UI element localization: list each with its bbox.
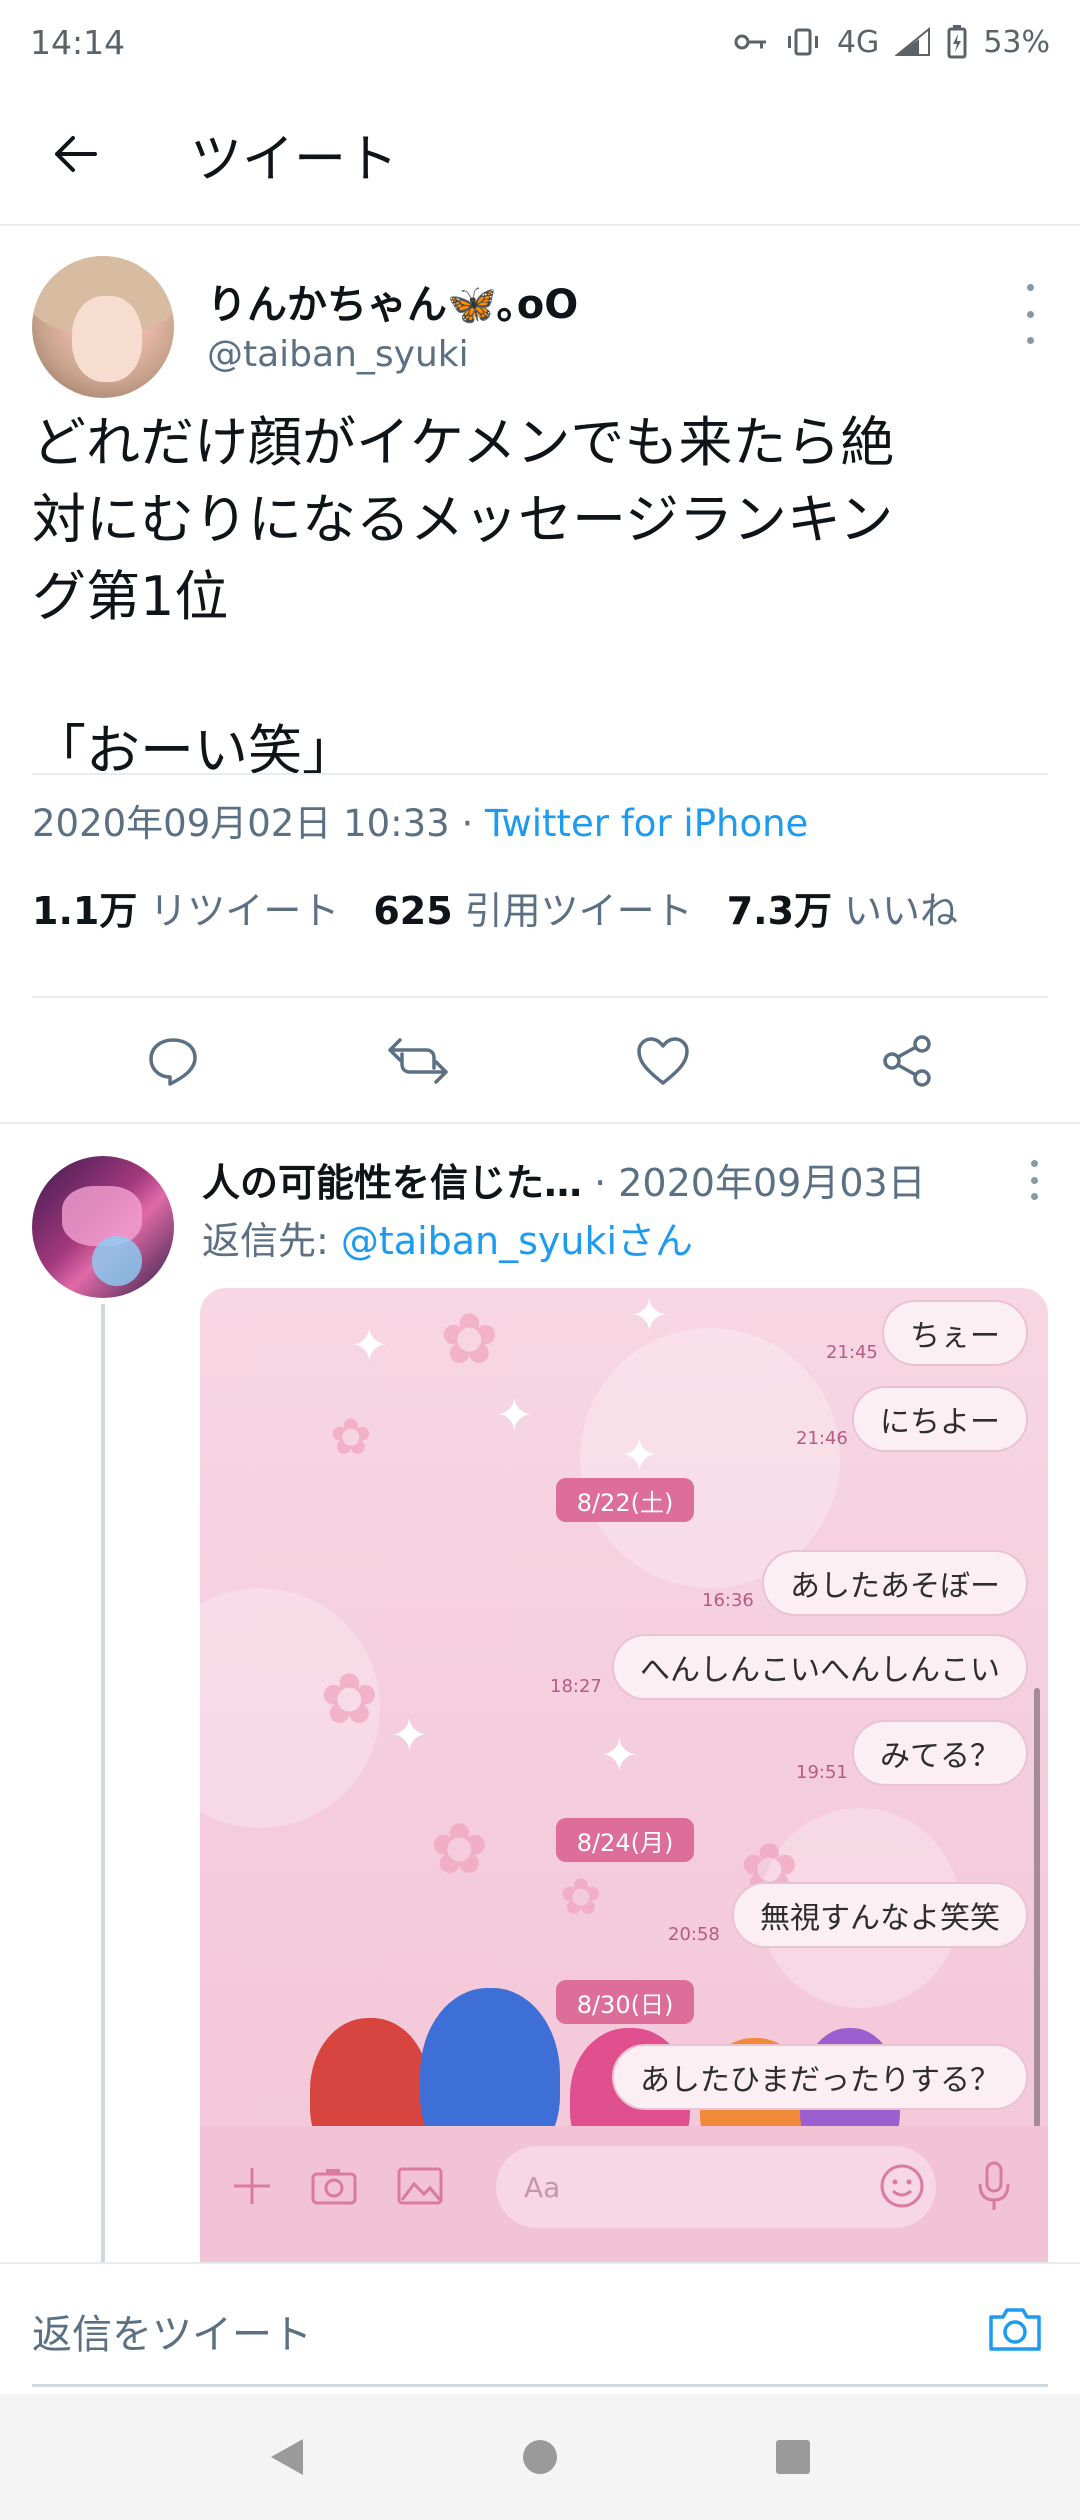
message-time: 21:45 [826,1342,878,1363]
sakura-decoration: ✿ [560,1868,602,1926]
retweets-label: リツイート [149,889,340,933]
chat-scrollbar [1034,1688,1040,2128]
status-time: 14:14 [30,22,126,62]
sparkle-decoration: ✦ [495,1388,534,1442]
message-time: 20:58 [668,1924,720,1945]
vpn-key-icon [733,31,769,53]
likes-stat[interactable]: 7.3万 いいね [727,880,958,935]
likes-label: いいね [844,889,959,933]
reply-author-name[interactable]: 人の可能性を信じた… [202,1161,582,1205]
author-handle[interactable]: @taiban_syuki [207,334,469,375]
reply-input-placeholder[interactable]: 返信をツイート [32,2302,312,2360]
divider [0,1122,1080,1124]
divider [32,773,1048,775]
chat-bubble: へんしんこいへんしんこい [612,1634,1028,1700]
quotes-label: 引用ツイート [464,889,693,933]
sparkle-decoration: ✦ [390,1708,429,1762]
reply-to-prefix: 返信先: [202,1219,341,1263]
likes-count: 7.3万 [726,889,833,933]
tweet-stats: 1.1万 リツイート 625 引用ツイート 7.3万 いいね [32,880,958,935]
top-bar: ツイート [0,84,1080,226]
reply-button[interactable] [113,1011,233,1111]
circle-home-icon [522,2440,557,2474]
quotes-stat[interactable]: 625 引用ツイート [373,880,692,935]
status-bar: 14:14 4G 53% [0,0,1080,84]
tweet-meta: 2020年09月02日 10:33 · Twitter for iPhone [32,793,808,847]
system-nav-bar [0,2394,1080,2520]
signal-icon [895,27,931,57]
sakura-decoration: ✿ [330,1408,372,1466]
chat-bubble: ちぇー [882,1300,1028,1366]
vibrate-icon [785,27,821,57]
chat-date-pill: 8/22(土) [556,1478,694,1522]
share-icon [882,1035,931,1087]
sakura-decoration: ✿ [320,1658,379,1740]
triangle-back-icon [270,2439,303,2475]
reply-icon [148,1038,197,1086]
reply-more-options-icon[interactable] [1024,1160,1044,1200]
page-title: ツイート [190,129,399,190]
retweet-button[interactable] [358,1011,478,1111]
reply-composer[interactable]: 返信をツイート [0,2262,1080,2394]
chat-bubble: みてる？ [852,1720,1028,1786]
attached-chat-image[interactable]: ✿ ✿ ✿ ✿ ✿ ✿ ✦ ✦ ✦ ✦ ✦ ✦ 21:45 ちぇー 21:46 … [200,1288,1048,2288]
nav-back-button[interactable] [247,2417,327,2497]
camera-icon [304,2156,364,2216]
network-type: 4G [836,24,880,60]
battery-percent: 53% [983,24,1050,60]
message-time: 21:46 [796,1428,848,1449]
reply-author-avatar[interactable] [32,1156,174,1298]
add-photo-button[interactable] [980,2294,1050,2364]
battery-icon [947,25,967,59]
back-button[interactable] [0,83,150,225]
sparkle-decoration: ✦ [600,1728,639,1782]
emoji-icon [872,2156,932,2216]
message-time: 19:51 [796,1762,848,1783]
message-time: 18:27 [550,1676,602,1697]
like-button[interactable] [603,1011,723,1111]
chat-bubble: にちよー [852,1386,1028,1452]
tweet-date: 2020年09月02日 10:33 [32,802,450,845]
author-row: りんかちゃん🦋｡oO @taiban_syuki [32,256,1048,406]
tweet-actions [0,998,1080,1124]
chat-bubble: 無視すんなよ笑笑 [732,1882,1028,1948]
square-recents-icon [776,2440,811,2474]
nav-home-button[interactable] [500,2417,580,2497]
reply-input-underline [32,2384,1048,2387]
retweet-icon [387,1038,448,1084]
tweet-source-link[interactable]: Twitter for iPhone [485,802,808,845]
retweets-count: 1.1万 [32,889,138,933]
chat-bubble: あしたあそぼー [762,1550,1028,1616]
sparkle-decoration: ✦ [350,1318,389,1372]
thread-line [101,1304,105,2264]
quotes-count: 625 [373,889,453,933]
tweet-text: どれだけ顔がイケメンでも来たら絶 対にむりになるメッセージランキン グ第1位 「… [32,411,895,782]
reply-date: · 2020年09月03日 [582,1161,926,1205]
arrow-left-icon [55,136,97,172]
reply-header: 人の可能性を信じた… · 2020年09月03日 [202,1152,926,1207]
reply-to: 返信先: @taiban_syukiさん [202,1210,693,1265]
chat-bubble: あしたひまだったりする？ [612,2044,1028,2110]
reply-to-mention[interactable]: @taiban_syukiさん [341,1219,693,1263]
sparkle-decoration: ✦ [620,1428,659,1482]
sparkle-decoration: ✦ [630,1288,669,1342]
chat-date-pill: 8/24(月) [556,1818,694,1862]
camera-icon [989,2308,1041,2351]
nav-recents-button[interactable] [753,2417,833,2497]
more-options-icon[interactable] [1020,284,1040,344]
share-button[interactable] [848,1011,968,1111]
message-time: 16:36 [702,1590,754,1611]
author-name[interactable]: りんかちゃん🦋｡oO [207,272,578,330]
chat-input-field: Aa [496,2146,936,2228]
meta-separator: · [449,802,486,845]
chat-date-pill: 8/30(日) [556,1980,694,2024]
retweets-stat[interactable]: 1.1万 リツイート [32,880,339,935]
plus-icon [222,2156,282,2216]
microphone-icon [964,2156,1024,2216]
heart-icon [636,1037,689,1085]
author-avatar[interactable] [32,256,174,398]
sakura-decoration: ✿ [430,1808,489,1890]
sakura-decoration: ✿ [440,1298,499,1380]
image-icon [390,2156,450,2216]
